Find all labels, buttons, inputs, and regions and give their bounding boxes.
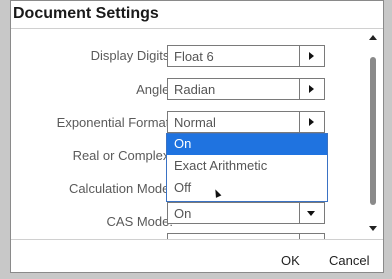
- calculation-mode-label: Calculation Mode:: [68, 181, 173, 196]
- angle-select[interactable]: Radian: [167, 78, 325, 100]
- dropdown-option-exact-arithmetic[interactable]: Exact Arithmetic: [167, 156, 327, 177]
- exponential-format-select[interactable]: Normal: [167, 111, 325, 133]
- dropdown-option-off[interactable]: Off: [167, 178, 327, 199]
- cas-mode-arrow-button[interactable]: [299, 203, 324, 223]
- title-divider: [11, 28, 383, 29]
- scroll-up-icon[interactable]: [369, 35, 377, 40]
- exponential-format-arrow-button[interactable]: [299, 112, 324, 132]
- cas-mode-value: On: [174, 206, 192, 221]
- chevron-right-icon: [309, 52, 314, 60]
- cas-mode-label: CAS Mode:: [106, 214, 173, 229]
- scroll-down-icon[interactable]: [369, 226, 377, 231]
- cas-mode-dropdown-list: On Exact Arithmetic Off: [166, 133, 328, 202]
- document-settings-dialog: Document Settings Display Digits: Float …: [10, 0, 384, 273]
- cas-mode-select[interactable]: On: [167, 202, 325, 224]
- vertical-scrollbar[interactable]: [369, 35, 377, 231]
- footer-divider: [11, 239, 383, 240]
- display-digits-value: Float 6: [174, 49, 214, 64]
- scrollbar-thumb[interactable]: [370, 57, 376, 205]
- angle-value: Radian: [174, 82, 216, 97]
- dropdown-option-on[interactable]: On: [167, 134, 327, 155]
- angle-arrow-button[interactable]: [299, 79, 324, 99]
- display-digits-arrow-button[interactable]: [299, 46, 324, 66]
- chevron-down-icon: [307, 211, 315, 216]
- chevron-right-icon: [309, 85, 314, 93]
- dialog-title: Document Settings: [13, 5, 159, 22]
- display-digits-label: Display Digits:: [90, 48, 173, 63]
- cancel-button[interactable]: Cancel: [329, 253, 369, 268]
- chevron-right-icon: [309, 118, 314, 126]
- display-digits-select[interactable]: Float 6: [167, 45, 325, 67]
- exponential-format-value: Normal: [174, 115, 216, 130]
- ok-button[interactable]: OK: [281, 253, 300, 268]
- exponential-format-label: Exponential Format:: [56, 115, 173, 130]
- real-or-complex-label: Real or Complex:: [72, 148, 173, 163]
